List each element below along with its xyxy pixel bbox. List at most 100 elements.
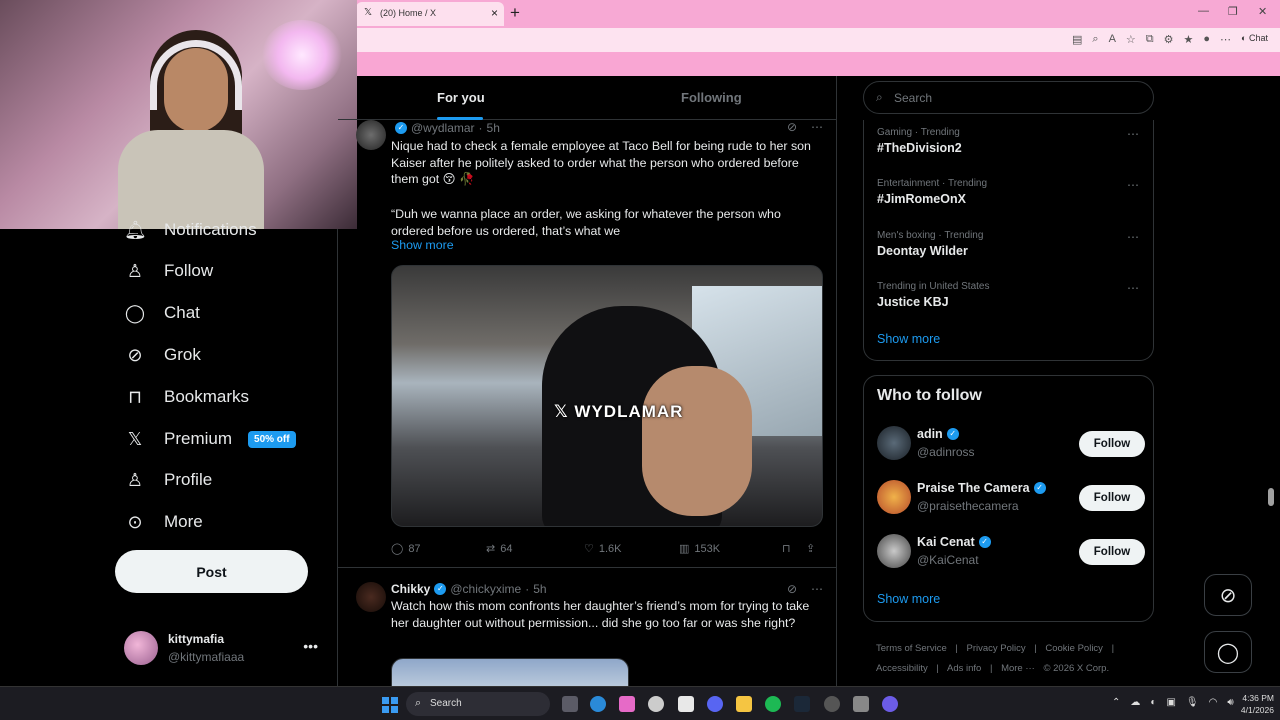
read-aloud-icon[interactable]: A: [1109, 33, 1116, 46]
footer-terms[interactable]: Terms of Service: [876, 643, 947, 654]
discord-icon[interactable]: [707, 696, 723, 712]
tweet-media[interactable]: [391, 658, 629, 686]
copilot-icon[interactable]: [619, 696, 635, 712]
store-icon[interactable]: [678, 696, 694, 712]
tweet-more-icon[interactable]: ⋯: [811, 582, 823, 596]
trend-more-icon[interactable]: ⋯: [1127, 127, 1139, 141]
zoom-icon[interactable]: ⌕: [1092, 33, 1098, 46]
views-button[interactable]: ▥ 153K: [679, 542, 782, 556]
trends-show-more[interactable]: Show more: [877, 332, 1147, 346]
nav-follow[interactable]: ♙ Follow: [124, 258, 213, 284]
edge-icon[interactable]: [590, 696, 606, 712]
footer-ads-info[interactable]: Ads info: [947, 663, 981, 674]
nav-grok[interactable]: ⊘ Grok: [124, 342, 200, 368]
wifi-icon[interactable]: ◠: [1209, 697, 1218, 708]
follow-suggestion[interactable]: adin ✓ @adinross Follow: [877, 426, 1145, 462]
follow-button[interactable]: Follow: [1079, 431, 1145, 457]
nav-profile[interactable]: ♙ Profile: [124, 467, 212, 493]
trend-more-icon[interactable]: ⋯: [1127, 230, 1139, 244]
tray-overflow-icon[interactable]: ⌃: [1112, 697, 1120, 708]
tweet-handle[interactable]: @wydlamar: [411, 121, 475, 135]
follow-button[interactable]: Follow: [1079, 539, 1145, 565]
trend-item[interactable]: Gaming · Trending #TheDivision2 ⋯: [877, 127, 1147, 155]
app-icon[interactable]: [882, 696, 898, 712]
browser-tab[interactable]: 𝕏 (20) Home / X ×: [356, 2, 504, 26]
nav-more[interactable]: ⊙ More: [124, 509, 202, 535]
like-button[interactable]: ♡ 1.6K: [584, 542, 679, 556]
account-menu-icon[interactable]: •••: [303, 638, 318, 654]
nav-premium[interactable]: 𝕏 Premium 50% off: [124, 426, 296, 452]
footer-more[interactable]: More ···: [1001, 663, 1035, 674]
footer-privacy[interactable]: Privacy Policy: [967, 643, 1026, 654]
trend-more-icon[interactable]: ⋯: [1127, 178, 1139, 192]
extensions-icon[interactable]: ⚙: [1164, 33, 1174, 46]
nav-chat[interactable]: ◯ Chat: [124, 300, 200, 326]
trend-more-icon[interactable]: ⋯: [1127, 281, 1139, 295]
favorite-star-icon[interactable]: ☆: [1126, 33, 1136, 46]
bookmark-button[interactable]: ⊓: [782, 542, 806, 555]
file-explorer-icon[interactable]: [736, 696, 752, 712]
menu-dots-icon[interactable]: ⋯: [1220, 33, 1231, 46]
taskbar-clock[interactable]: 4:36 PM 4/1/2026: [1232, 692, 1274, 716]
post-button[interactable]: Post: [115, 550, 308, 593]
tweet-time[interactable]: 5h: [487, 121, 500, 135]
tab-following[interactable]: Following: [681, 90, 742, 105]
address-bar[interactable]: ▤ ⌕ A ☆ ⧉ ⚙ ★ ● ⋯ ◐ Chat: [356, 28, 1280, 52]
show-more-link[interactable]: Show more: [391, 238, 454, 252]
avatar[interactable]: [877, 480, 911, 514]
tray-app-icon[interactable]: ◐: [1150, 697, 1156, 708]
taskbar-search[interactable]: ⌕ Search: [406, 692, 550, 716]
tweet[interactable]: Chikky ✓ @chickyxime · 5h ⊘ ⋯ Watch how …: [338, 568, 836, 686]
tab-for-you[interactable]: For you: [437, 90, 485, 105]
tweet-more-icon[interactable]: ⋯: [811, 120, 823, 134]
repost-button[interactable]: ⇄ 64: [486, 542, 584, 556]
maximize-icon[interactable]: ❐: [1228, 5, 1238, 18]
grok-explain-icon[interactable]: ⊘: [787, 582, 797, 596]
profile-icon[interactable]: ●: [1203, 33, 1210, 46]
grok-explain-icon[interactable]: ⊘: [787, 120, 797, 134]
avatar[interactable]: [877, 426, 911, 460]
tweet-video[interactable]: 𝕏 WYDLAMAR: [391, 265, 823, 527]
scrollbar-thumb[interactable]: [1268, 488, 1274, 506]
spotify-icon[interactable]: [765, 696, 781, 712]
avatar[interactable]: [356, 582, 386, 612]
who-to-follow-show-more[interactable]: Show more: [877, 592, 1147, 606]
tweet-handle[interactable]: @chickyxime: [450, 582, 521, 596]
footer-cookie[interactable]: Cookie Policy: [1045, 643, 1103, 654]
reader-icon[interactable]: ▤: [1072, 33, 1082, 46]
minimize-icon[interactable]: —: [1198, 5, 1209, 17]
search-input[interactable]: ⌕ Search: [863, 81, 1154, 114]
avatar[interactable]: [356, 120, 386, 150]
tweet-time[interactable]: 5h: [533, 582, 546, 596]
avatar[interactable]: [877, 534, 911, 568]
trend-item[interactable]: Men's boxing · Trending Deontay Wilder ⋯: [877, 230, 1147, 258]
onedrive-icon[interactable]: ☁: [1130, 697, 1140, 708]
messages-fab[interactable]: ◯: [1204, 631, 1252, 673]
nav-bookmarks[interactable]: ⊓ Bookmarks: [124, 384, 249, 410]
trend-item[interactable]: Trending in United States Justice KBJ ⋯: [877, 281, 1147, 309]
grok-fab[interactable]: ⊘: [1204, 574, 1252, 616]
tweet-author-name[interactable]: Chikky: [391, 582, 430, 596]
new-tab-button[interactable]: +: [510, 3, 520, 23]
footer-accessibility[interactable]: Accessibility: [876, 663, 928, 674]
app-icon[interactable]: [824, 696, 840, 712]
follow-suggestion[interactable]: Praise The Camera ✓ @praisethecamera Foll…: [877, 480, 1145, 516]
follow-suggestion[interactable]: Kai Cenat ✓ @KaiCenat Follow: [877, 534, 1145, 570]
close-window-icon[interactable]: ✕: [1258, 5, 1267, 18]
tweet[interactable]: ✓ @wydlamar · 5h ⊘ ⋯ Nique had to check …: [338, 120, 836, 568]
copilot-chat-button[interactable]: ◐ Chat: [1241, 33, 1268, 46]
account-switcher[interactable]: kittymafia @kittymafiaaa •••: [124, 630, 324, 666]
follow-button[interactable]: Follow: [1079, 485, 1145, 511]
favorites-icon[interactable]: ★: [1184, 33, 1194, 46]
task-view-icon[interactable]: [562, 696, 578, 712]
steam-icon[interactable]: [794, 696, 810, 712]
start-button[interactable]: [382, 697, 398, 713]
reply-button[interactable]: ◯ 87: [391, 542, 486, 556]
nav-notifications[interactable]: 🔔︎ Notifications: [124, 217, 257, 243]
microphone-icon[interactable]: 🎙︎: [1186, 697, 1199, 708]
tray-app-icon[interactable]: ▣: [1166, 697, 1175, 708]
share-button[interactable]: ⇪: [806, 542, 815, 555]
settings-icon[interactable]: [853, 696, 869, 712]
app-icon[interactable]: [648, 696, 664, 712]
tab-close-icon[interactable]: ×: [491, 6, 498, 20]
